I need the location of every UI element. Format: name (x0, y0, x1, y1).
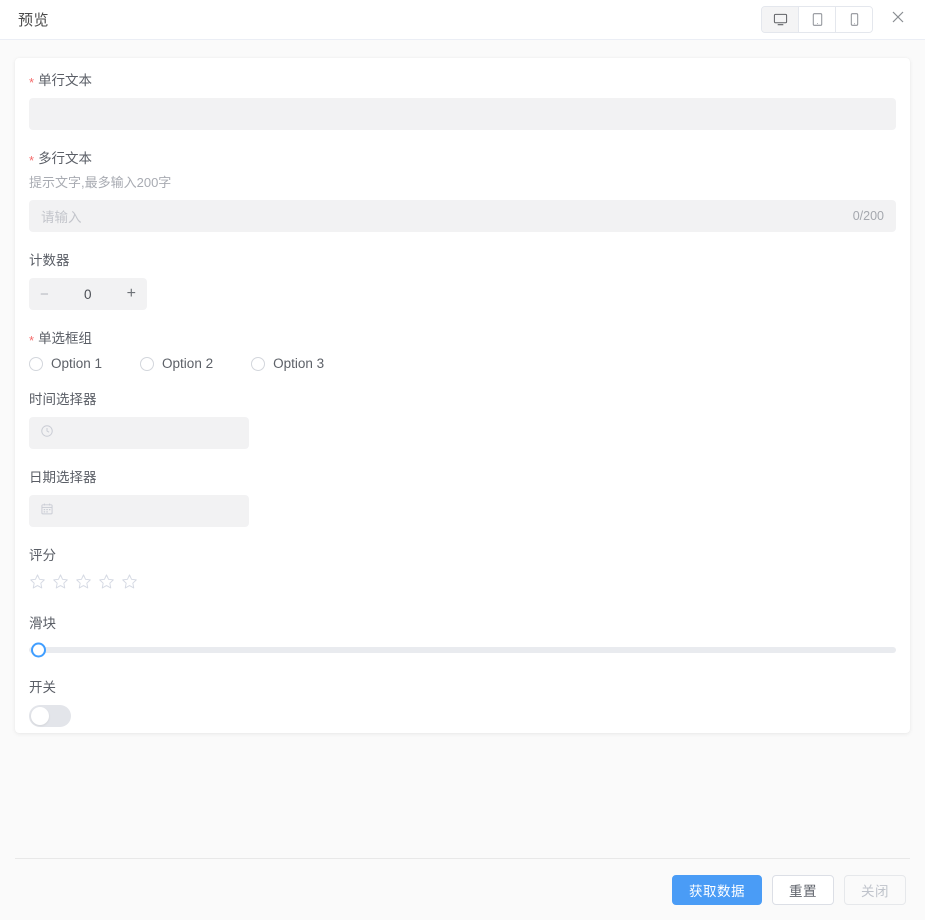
preview-stage: * 单行文本 * 多行文本 提示文字,最多输入200字 请输入 0/200 计数… (0, 41, 925, 858)
field-label-multi-text: * 多行文本 (29, 150, 896, 168)
required-indicator: * (29, 75, 35, 90)
rating-stars[interactable] (29, 573, 896, 595)
preview-header: 预览 (0, 0, 925, 40)
field-label-counter: 计数器 (29, 252, 896, 270)
header-actions (761, 6, 909, 33)
field-label-switch: 开关 (29, 679, 896, 697)
radio-circle-icon (251, 356, 266, 371)
close-icon (890, 9, 906, 30)
single-text-input[interactable] (29, 98, 896, 130)
character-counter: 0/200 (852, 209, 884, 223)
device-toggle-mobile[interactable] (836, 7, 872, 32)
field-slider: 滑块 (29, 615, 896, 659)
mobile-icon (847, 12, 862, 27)
label-text: 开关 (29, 680, 56, 695)
device-toggle-tablet[interactable] (799, 7, 836, 32)
field-date-picker: 日期选择器 (29, 469, 896, 527)
field-label-time-picker: 时间选择器 (29, 391, 896, 409)
monitor-icon (773, 12, 788, 27)
label-text: 滑块 (29, 616, 56, 631)
slider[interactable] (29, 641, 896, 659)
field-label-rating: 评分 (29, 547, 896, 565)
required-indicator: * (29, 153, 35, 168)
radio-label: Option 1 (51, 356, 103, 371)
label-text: 多行文本 (38, 151, 93, 166)
close-footer-button[interactable]: 关闭 (844, 874, 906, 905)
form-card: * 单行文本 * 多行文本 提示文字,最多输入200字 请输入 0/200 计数… (15, 58, 910, 733)
field-label-slider: 滑块 (29, 615, 896, 633)
label-text: 单行文本 (38, 73, 93, 88)
toggle-switch[interactable] (29, 705, 71, 727)
label-text: 时间选择器 (29, 392, 97, 407)
quantity-stepper[interactable]: − 0 + (29, 278, 147, 310)
get-data-button[interactable]: 获取数据 (672, 874, 762, 905)
field-switch: 开关 (29, 679, 896, 727)
star-icon-2[interactable] (52, 573, 69, 595)
field-label-single-text: * 单行文本 (29, 72, 896, 90)
field-rating: 评分 (29, 547, 896, 595)
slider-handle[interactable] (31, 642, 46, 658)
radio-option-3[interactable]: Option 3 (251, 356, 324, 371)
device-preview-toggle-group[interactable] (761, 6, 873, 33)
label-text: 日期选择器 (29, 470, 97, 485)
switch-knob (31, 707, 49, 725)
field-single-text: * 单行文本 (29, 72, 896, 130)
field-time-picker: 时间选择器 (29, 391, 896, 449)
radio-circle-icon (29, 356, 43, 371)
reset-button[interactable]: 重置 (772, 874, 834, 905)
star-icon-5[interactable] (121, 573, 138, 595)
multi-text-input[interactable]: 请输入 0/200 (29, 200, 896, 232)
date-picker-input[interactable] (29, 495, 249, 527)
star-icon-1[interactable] (29, 573, 46, 595)
calendar-icon (40, 502, 54, 521)
slider-track[interactable] (29, 647, 896, 653)
close-button[interactable] (887, 9, 909, 31)
label-text: 计数器 (29, 253, 70, 268)
field-counter: 计数器 − 0 + (29, 252, 896, 310)
required-indicator: * (29, 333, 35, 348)
stepper-decrement-button[interactable]: − (40, 287, 49, 302)
field-label-radio-group: * 单选框组 (29, 330, 896, 348)
field-hint-multi-text: 提示文字,最多输入200字 (29, 175, 172, 190)
radio-label: Option 3 (273, 356, 325, 371)
radio-label: Option 2 (162, 356, 214, 371)
device-toggle-desktop[interactable] (762, 7, 799, 32)
label-text: 单选框组 (38, 331, 93, 346)
clock-icon (40, 424, 54, 443)
radio-option-2[interactable]: Option 2 (140, 356, 213, 371)
dialog-footer: 获取数据 重置 关闭 (15, 858, 910, 920)
radio-group: Option 1 Option 2 Option 3 (29, 356, 896, 371)
field-radio-group: * 单选框组 Option 1 Option 2 Option 3 (29, 330, 896, 371)
tablet-icon (810, 12, 825, 27)
page-title: 预览 (18, 12, 50, 29)
stepper-increment-button[interactable]: + (127, 286, 136, 302)
radio-circle-icon (140, 356, 155, 371)
radio-option-1[interactable]: Option 1 (29, 356, 102, 371)
field-label-date-picker: 日期选择器 (29, 469, 896, 487)
multi-text-placeholder: 请输入 (41, 210, 82, 225)
field-multi-text: * 多行文本 提示文字,最多输入200字 请输入 0/200 (29, 150, 896, 232)
star-icon-4[interactable] (98, 573, 115, 595)
stepper-value: 0 (83, 286, 92, 302)
label-text: 评分 (29, 548, 56, 563)
time-picker-input[interactable] (29, 417, 249, 449)
star-icon-3[interactable] (75, 573, 92, 595)
